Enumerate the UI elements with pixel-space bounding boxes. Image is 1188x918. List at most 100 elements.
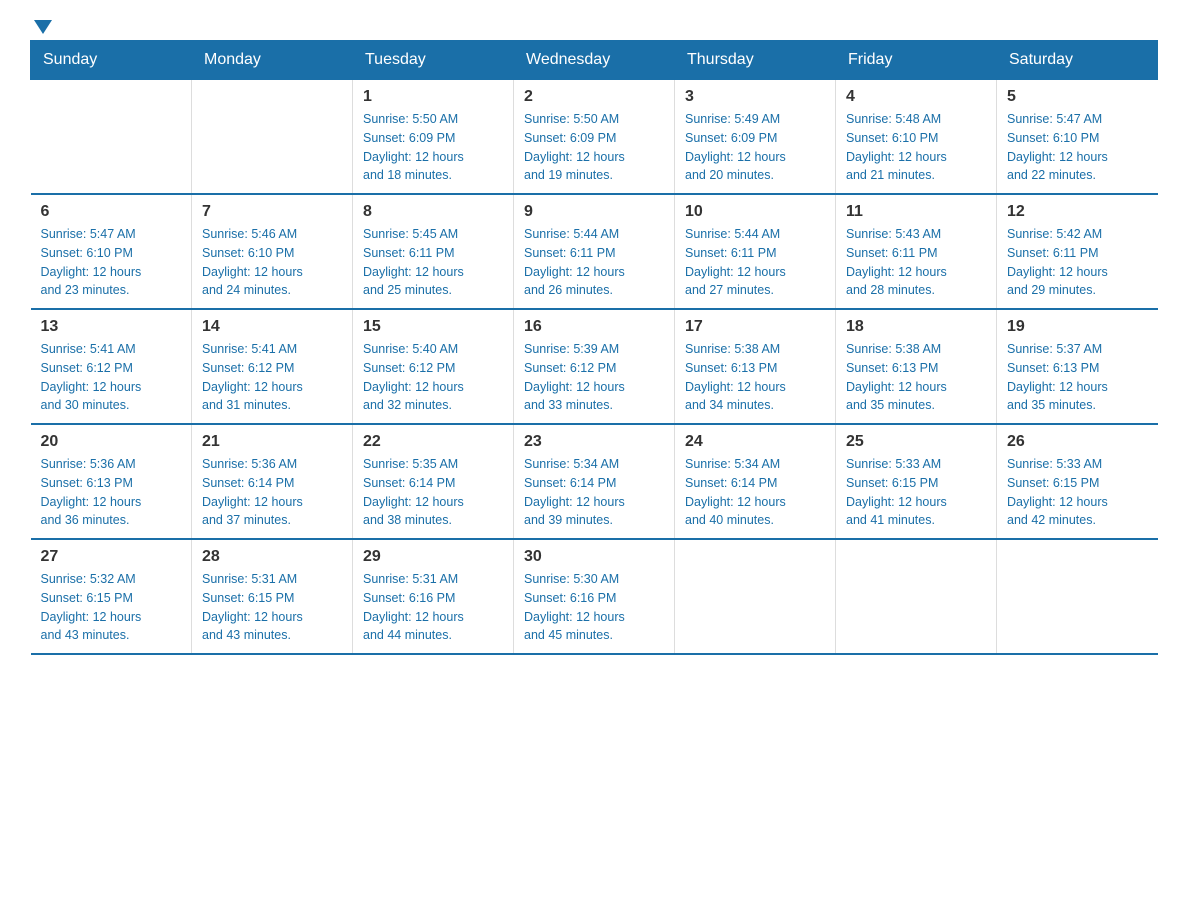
day-number: 14 — [202, 318, 342, 336]
day-cell: 6 Sunrise: 5:47 AM Sunset: 6:10 PM Daylig… — [31, 194, 192, 309]
day-info: Sunrise: 5:31 AM Sunset: 6:16 PM Dayligh… — [363, 570, 503, 645]
day-cell: 2Sunrise: 5:50 AM Sunset: 6:09 PM Daylig… — [514, 80, 675, 195]
day-info: Sunrise: 5:34 AM Sunset: 6:14 PM Dayligh… — [685, 455, 825, 530]
day-cell: 25 Sunrise: 5:33 AM Sunset: 6:15 PM Dayli… — [836, 424, 997, 539]
day-number: 9 — [524, 203, 664, 221]
day-info: Sunrise: 5:35 AM Sunset: 6:14 PM Dayligh… — [363, 455, 503, 530]
day-cell: 18 Sunrise: 5:38 AM Sunset: 6:13 PM Dayli… — [836, 309, 997, 424]
day-number: 16 — [524, 318, 664, 336]
day-cell: 17 Sunrise: 5:38 AM Sunset: 6:13 PM Dayli… — [675, 309, 836, 424]
day-number: 6 — [41, 203, 182, 221]
day-cell: 24 Sunrise: 5:34 AM Sunset: 6:14 PM Dayli… — [675, 424, 836, 539]
day-cell: 13 Sunrise: 5:41 AM Sunset: 6:12 PM Dayli… — [31, 309, 192, 424]
header-friday: Friday — [836, 41, 997, 80]
day-cell: 7 Sunrise: 5:46 AM Sunset: 6:10 PM Daylig… — [192, 194, 353, 309]
day-cell — [31, 80, 192, 195]
day-number: 23 — [524, 433, 664, 451]
day-number: 7 — [202, 203, 342, 221]
day-info: Sunrise: 5:39 AM Sunset: 6:12 PM Dayligh… — [524, 340, 664, 415]
day-info: Sunrise: 5:44 AM Sunset: 6:11 PM Dayligh… — [524, 225, 664, 300]
day-cell: 30Sunrise: 5:30 AM Sunset: 6:16 PM Dayli… — [514, 539, 675, 654]
day-number: 15 — [363, 318, 503, 336]
day-number: 1 — [363, 88, 503, 106]
day-number: 20 — [41, 433, 182, 451]
week-row-4: 20 Sunrise: 5:36 AM Sunset: 6:13 PM Dayli… — [31, 424, 1158, 539]
header-saturday: Saturday — [997, 41, 1158, 80]
day-number: 18 — [846, 318, 986, 336]
day-number: 25 — [846, 433, 986, 451]
day-cell: 12 Sunrise: 5:42 AM Sunset: 6:11 PM Dayli… — [997, 194, 1158, 309]
day-info: Sunrise: 5:33 AM Sunset: 6:15 PM Dayligh… — [846, 455, 986, 530]
day-cell: 9 Sunrise: 5:44 AM Sunset: 6:11 PM Daylig… — [514, 194, 675, 309]
week-row-1: 1Sunrise: 5:50 AM Sunset: 6:09 PM Daylig… — [31, 80, 1158, 195]
day-cell: 28 Sunrise: 5:31 AM Sunset: 6:15 PM Dayli… — [192, 539, 353, 654]
logo — [30, 20, 54, 30]
day-info: Sunrise: 5:30 AM Sunset: 6:16 PM Dayligh… — [524, 570, 664, 645]
day-number: 24 — [685, 433, 825, 451]
day-info: Sunrise: 5:47 AM Sunset: 6:10 PM Dayligh… — [41, 225, 182, 300]
week-row-5: 27 Sunrise: 5:32 AM Sunset: 6:15 PM Dayli… — [31, 539, 1158, 654]
header-wednesday: Wednesday — [514, 41, 675, 80]
day-cell: 29Sunrise: 5:31 AM Sunset: 6:16 PM Dayli… — [353, 539, 514, 654]
header-sunday: Sunday — [31, 41, 192, 80]
day-number: 17 — [685, 318, 825, 336]
day-info: Sunrise: 5:41 AM Sunset: 6:12 PM Dayligh… — [41, 340, 182, 415]
day-info: Sunrise: 5:36 AM Sunset: 6:14 PM Dayligh… — [202, 455, 342, 530]
day-cell: 22 Sunrise: 5:35 AM Sunset: 6:14 PM Dayli… — [353, 424, 514, 539]
day-info: Sunrise: 5:31 AM Sunset: 6:15 PM Dayligh… — [202, 570, 342, 645]
day-cell: 16 Sunrise: 5:39 AM Sunset: 6:12 PM Dayli… — [514, 309, 675, 424]
logo-triangle-icon — [32, 16, 54, 38]
day-info: Sunrise: 5:41 AM Sunset: 6:12 PM Dayligh… — [202, 340, 342, 415]
day-info: Sunrise: 5:48 AM Sunset: 6:10 PM Dayligh… — [846, 110, 986, 185]
header-monday: Monday — [192, 41, 353, 80]
week-row-3: 13 Sunrise: 5:41 AM Sunset: 6:12 PM Dayli… — [31, 309, 1158, 424]
day-info: Sunrise: 5:43 AM Sunset: 6:11 PM Dayligh… — [846, 225, 986, 300]
day-cell: 8 Sunrise: 5:45 AM Sunset: 6:11 PM Daylig… — [353, 194, 514, 309]
day-number: 4 — [846, 88, 986, 106]
day-number: 11 — [846, 203, 986, 221]
day-number: 10 — [685, 203, 825, 221]
day-cell: 5Sunrise: 5:47 AM Sunset: 6:10 PM Daylig… — [997, 80, 1158, 195]
day-cell: 27 Sunrise: 5:32 AM Sunset: 6:15 PM Dayli… — [31, 539, 192, 654]
day-number: 26 — [1007, 433, 1148, 451]
header-tuesday: Tuesday — [353, 41, 514, 80]
day-info: Sunrise: 5:49 AM Sunset: 6:09 PM Dayligh… — [685, 110, 825, 185]
day-info: Sunrise: 5:38 AM Sunset: 6:13 PM Dayligh… — [685, 340, 825, 415]
day-info: Sunrise: 5:33 AM Sunset: 6:15 PM Dayligh… — [1007, 455, 1148, 530]
day-number: 13 — [41, 318, 182, 336]
day-number: 8 — [363, 203, 503, 221]
day-info: Sunrise: 5:37 AM Sunset: 6:13 PM Dayligh… — [1007, 340, 1148, 415]
day-info: Sunrise: 5:46 AM Sunset: 6:10 PM Dayligh… — [202, 225, 342, 300]
day-info: Sunrise: 5:42 AM Sunset: 6:11 PM Dayligh… — [1007, 225, 1148, 300]
day-cell: 3 Sunrise: 5:49 AM Sunset: 6:09 PM Daylig… — [675, 80, 836, 195]
day-info: Sunrise: 5:44 AM Sunset: 6:11 PM Dayligh… — [685, 225, 825, 300]
day-cell: 14 Sunrise: 5:41 AM Sunset: 6:12 PM Dayli… — [192, 309, 353, 424]
header-thursday: Thursday — [675, 41, 836, 80]
day-number: 3 — [685, 88, 825, 106]
day-cell — [997, 539, 1158, 654]
day-cell: 21 Sunrise: 5:36 AM Sunset: 6:14 PM Dayli… — [192, 424, 353, 539]
day-cell: 1Sunrise: 5:50 AM Sunset: 6:09 PM Daylig… — [353, 80, 514, 195]
day-cell: 26 Sunrise: 5:33 AM Sunset: 6:15 PM Dayli… — [997, 424, 1158, 539]
day-number: 2 — [524, 88, 664, 106]
day-info: Sunrise: 5:34 AM Sunset: 6:14 PM Dayligh… — [524, 455, 664, 530]
day-cell — [192, 80, 353, 195]
day-number: 12 — [1007, 203, 1148, 221]
day-info: Sunrise: 5:36 AM Sunset: 6:13 PM Dayligh… — [41, 455, 182, 530]
day-cell: 10 Sunrise: 5:44 AM Sunset: 6:11 PM Dayli… — [675, 194, 836, 309]
day-info: Sunrise: 5:40 AM Sunset: 6:12 PM Dayligh… — [363, 340, 503, 415]
week-row-2: 6 Sunrise: 5:47 AM Sunset: 6:10 PM Daylig… — [31, 194, 1158, 309]
day-number: 21 — [202, 433, 342, 451]
calendar-header-row: SundayMondayTuesdayWednesdayThursdayFrid… — [31, 41, 1158, 80]
calendar-table: SundayMondayTuesdayWednesdayThursdayFrid… — [30, 40, 1158, 655]
day-number: 28 — [202, 548, 342, 566]
day-info: Sunrise: 5:45 AM Sunset: 6:11 PM Dayligh… — [363, 225, 503, 300]
day-number: 27 — [41, 548, 182, 566]
day-cell: 15 Sunrise: 5:40 AM Sunset: 6:12 PM Dayli… — [353, 309, 514, 424]
day-number: 22 — [363, 433, 503, 451]
day-cell: 23 Sunrise: 5:34 AM Sunset: 6:14 PM Dayli… — [514, 424, 675, 539]
day-info: Sunrise: 5:32 AM Sunset: 6:15 PM Dayligh… — [41, 570, 182, 645]
day-info: Sunrise: 5:38 AM Sunset: 6:13 PM Dayligh… — [846, 340, 986, 415]
page-header — [30, 20, 1158, 30]
day-cell: 4 Sunrise: 5:48 AM Sunset: 6:10 PM Daylig… — [836, 80, 997, 195]
